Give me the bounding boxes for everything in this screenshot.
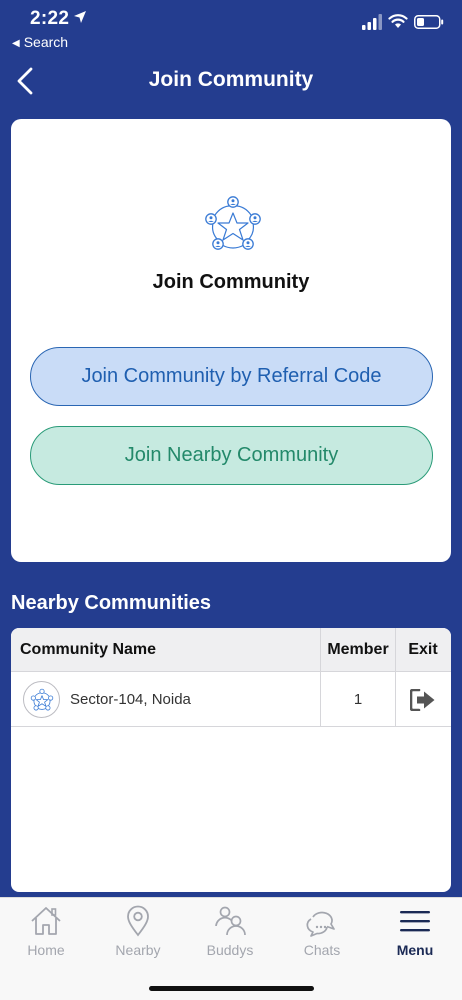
tab-nearby[interactable]: Nearby — [92, 904, 184, 968]
join-by-referral-code-button[interactable]: Join Community by Referral Code — [30, 347, 433, 406]
back-triangle-icon: ◀ — [12, 38, 20, 49]
users-icon — [215, 906, 246, 936]
home-indicator — [149, 986, 314, 991]
community-network-icon — [205, 196, 261, 250]
tab-buddys[interactable]: Buddys — [184, 904, 276, 968]
navigation-header: Join Community — [0, 56, 462, 106]
join-community-card: Join Community Join Community by Referra… — [11, 119, 451, 562]
column-divider — [320, 628, 321, 727]
column-header-community-name: Community Name — [20, 641, 157, 658]
community-network-icon — [30, 688, 54, 711]
status-bar: 2:22 ◀ Search — [0, 0, 462, 56]
tab-chats[interactable]: Chats — [276, 904, 368, 968]
page-title: Join Community — [148, 68, 314, 91]
table-header: Community Name Member Exit — [11, 628, 451, 672]
card-title: Join Community — [152, 271, 310, 293]
status-time: 2:22 — [30, 8, 70, 29]
back-app-label: Search — [23, 34, 69, 50]
table-row[interactable]: Sector-104, Noida 1 — [11, 672, 451, 727]
location-arrow-icon — [74, 11, 86, 23]
chat-bubbles-icon — [306, 911, 335, 937]
tab-bar: Home Nearby Buddys Chats Menu — [0, 897, 462, 1000]
member-count: 1 — [353, 691, 363, 708]
battery-icon — [414, 15, 444, 29]
tab-label: Home — [27, 942, 65, 958]
column-header-member: Member — [327, 641, 389, 658]
column-header-exit: Exit — [408, 641, 438, 658]
tab-label: Nearby — [115, 942, 161, 958]
wifi-icon — [388, 14, 408, 28]
tab-menu[interactable]: Menu — [369, 904, 461, 968]
hamburger-menu-icon — [400, 911, 430, 932]
back-to-app-link[interactable]: ◀ Search — [12, 34, 68, 50]
map-pin-icon — [127, 905, 149, 937]
column-divider — [395, 628, 396, 727]
tab-label: Chats — [303, 942, 341, 958]
community-name: Sector-104, Noida — [70, 691, 191, 708]
community-avatar — [23, 681, 60, 718]
nearby-communities-title: Nearby Communities — [11, 592, 212, 614]
tab-label: Menu — [396, 942, 434, 958]
exit-door-icon — [410, 688, 435, 711]
tab-home[interactable]: Home — [0, 904, 92, 968]
home-icon — [31, 907, 61, 935]
exit-community-button[interactable] — [395, 672, 451, 727]
nearby-communities-table: Community Name Member Exit Sector-104, N… — [11, 628, 451, 892]
join-nearby-community-button[interactable]: Join Nearby Community — [30, 426, 433, 485]
signal-icon — [362, 14, 382, 30]
tab-label: Buddys — [206, 942, 254, 958]
